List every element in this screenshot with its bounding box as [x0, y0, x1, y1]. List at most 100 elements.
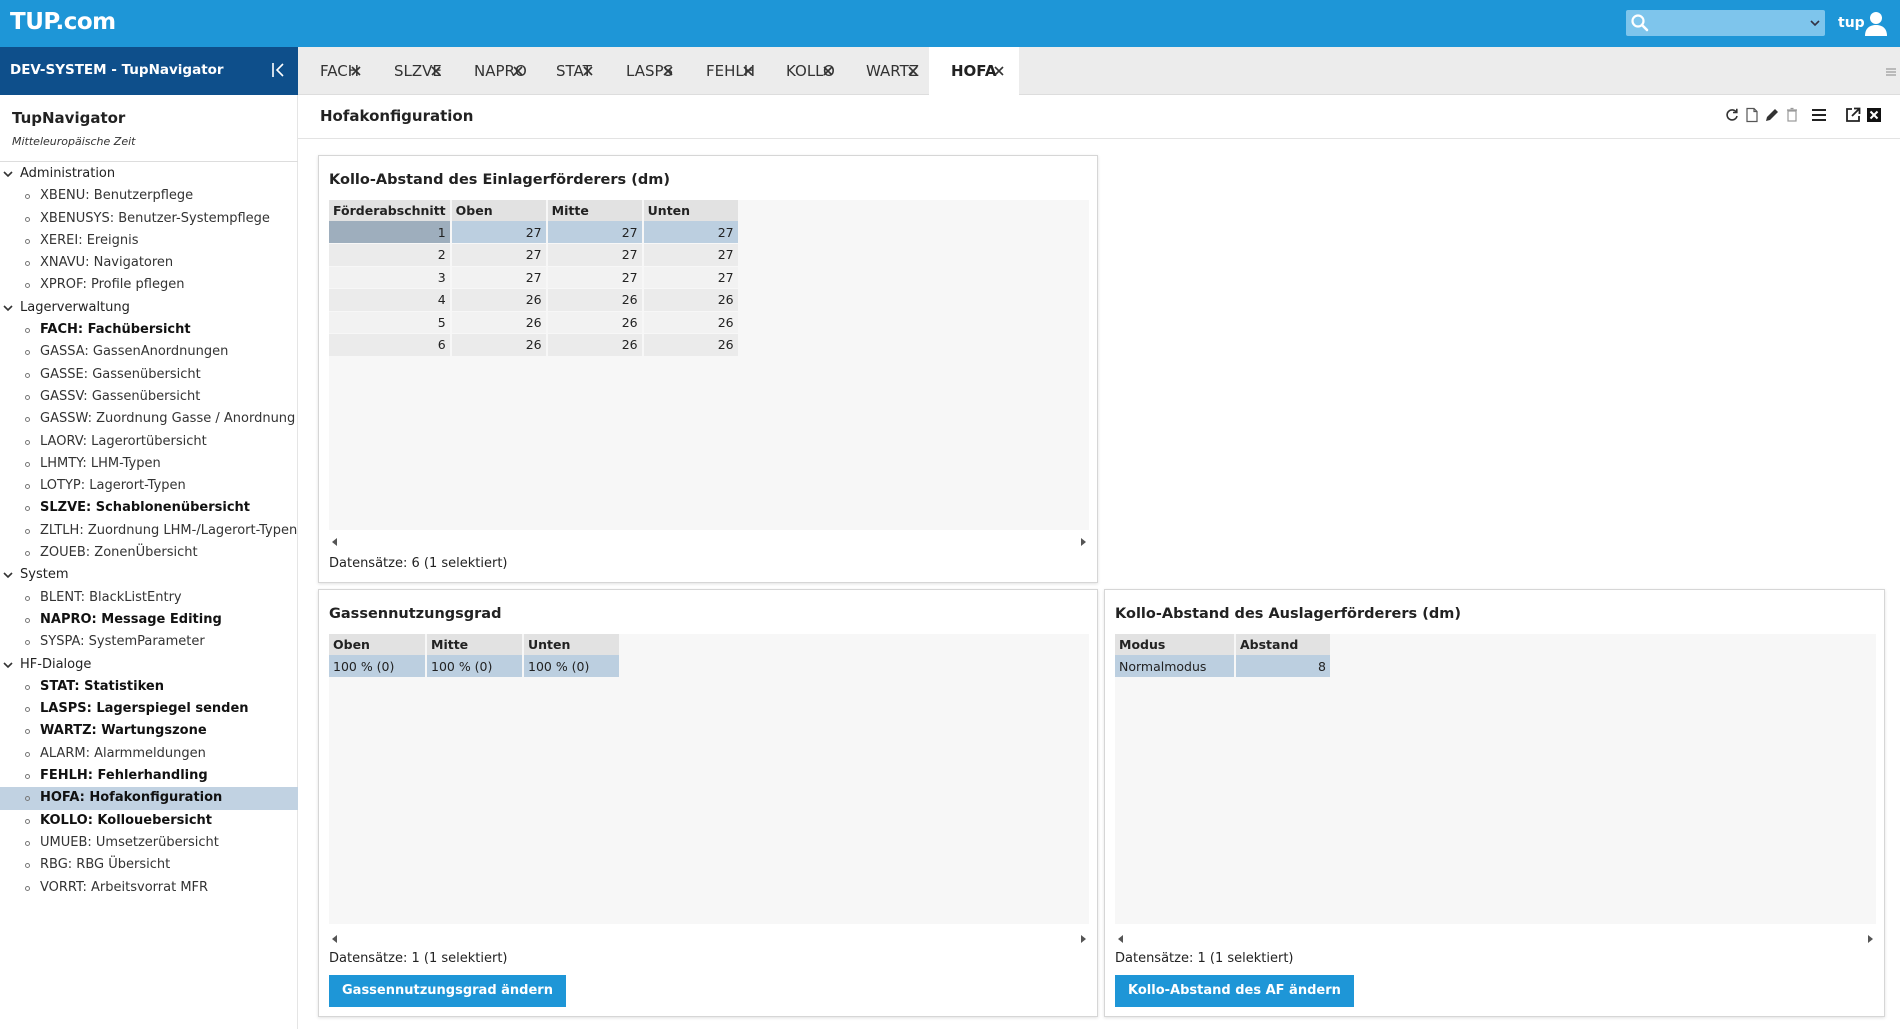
- tree-group[interactable]: HF-Dialoge: [0, 654, 298, 676]
- chevron-down-icon[interactable]: [1809, 17, 1821, 29]
- scroll-right-icon[interactable]: [1866, 935, 1874, 943]
- caret-down-icon[interactable]: [3, 303, 13, 313]
- tab-menu-icon[interactable]: [1886, 67, 1896, 77]
- sidebar-item[interactable]: GASSA: GassenAnordnungen: [0, 341, 298, 363]
- close-icon[interactable]: [512, 65, 524, 77]
- sidebar-item[interactable]: NAPRO: Message Editing: [0, 609, 298, 631]
- table-row[interactable]: 100 % (0) 100 % (0) 100 % (0): [329, 655, 621, 678]
- sidebar-item[interactable]: ALARM: Alarmmeldungen: [0, 743, 298, 765]
- table-row[interactable]: 4 26 26 26: [329, 288, 740, 312]
- caret-down-icon[interactable]: [3, 660, 13, 670]
- scroll-left-icon[interactable]: [331, 935, 339, 943]
- new-document-icon[interactable]: [1744, 107, 1760, 123]
- refresh-icon[interactable]: [1724, 107, 1740, 123]
- sidebar-item[interactable]: HOFA: Hofakonfiguration: [0, 787, 298, 810]
- delete-icon[interactable]: [1784, 107, 1800, 123]
- sidebar-item[interactable]: XNAVU: Navigatoren: [0, 252, 298, 274]
- sidebar-item[interactable]: GASSE: Gassenübersicht: [0, 364, 298, 386]
- close-icon[interactable]: [662, 65, 674, 77]
- sidebar-item[interactable]: GASSW: Zuordnung Gasse / Anordnung: [0, 408, 298, 430]
- tab[interactable]: FACH: [298, 47, 372, 95]
- sidebar-item[interactable]: SYSPA: SystemParameter: [0, 631, 298, 653]
- scroll-left-icon[interactable]: [1117, 935, 1125, 943]
- tab[interactable]: WARTZ: [844, 47, 929, 95]
- open-external-icon[interactable]: [1845, 107, 1861, 123]
- sidebar-item[interactable]: XPROF: Profile pflegen: [0, 274, 298, 296]
- sidebar-item[interactable]: SLZVE: Schablonenübersicht: [0, 497, 298, 519]
- edit-icon[interactable]: [1764, 107, 1780, 123]
- tab[interactable]: NAPRO: [452, 47, 534, 95]
- column-header[interactable]: Abstand: [1235, 634, 1332, 655]
- sidebar-item[interactable]: LAORV: Lagerortübersicht: [0, 431, 298, 453]
- sidebar-item[interactable]: LASPS: Lagerspiegel senden: [0, 698, 298, 720]
- sidebar-item[interactable]: FACH: Fachübersicht: [0, 319, 298, 341]
- column-header[interactable]: Modus: [1115, 634, 1236, 655]
- sidebar-item[interactable]: BLENT: BlackListEntry: [0, 587, 298, 609]
- sidebar-item[interactable]: STAT: Statistiken: [0, 676, 298, 698]
- tree-group[interactable]: Administration: [0, 163, 298, 185]
- sidebar-item[interactable]: RBG: RBG Übersicht: [0, 854, 298, 876]
- search-input[interactable]: [1654, 13, 1804, 33]
- sidebar-item[interactable]: XBENU: Benutzerpflege: [0, 185, 298, 207]
- tab[interactable]: LASPS: [604, 47, 684, 95]
- user-name[interactable]: tup: [1838, 15, 1865, 31]
- horizontal-scrollbar[interactable]: [331, 933, 1087, 945]
- column-header[interactable]: Oben: [329, 634, 427, 655]
- sidebar-item[interactable]: KOLLO: Kollouebersicht: [0, 810, 298, 832]
- close-icon[interactable]: [907, 65, 919, 77]
- close-icon[interactable]: [430, 65, 442, 77]
- column-header[interactable]: Unten: [523, 634, 621, 655]
- tab[interactable]: HOFA: [929, 47, 1019, 95]
- caret-down-icon[interactable]: [3, 169, 13, 179]
- close-icon[interactable]: [993, 65, 1005, 77]
- table-row[interactable]: 1 27 27 27: [329, 221, 740, 244]
- tree-group[interactable]: System: [0, 564, 298, 586]
- column-header[interactable]: Mitte: [546, 200, 644, 221]
- search-icon[interactable]: [1630, 13, 1650, 33]
- change-af-distance-button[interactable]: Kollo-Abstand des AF ändern: [1115, 975, 1354, 1007]
- tab[interactable]: KOLLO: [764, 47, 844, 95]
- app-logo[interactable]: TUP.com: [10, 9, 116, 35]
- scroll-right-icon[interactable]: [1079, 538, 1087, 546]
- close-icon[interactable]: [350, 65, 362, 77]
- collapse-sidebar-icon[interactable]: [270, 61, 288, 79]
- table-row[interactable]: 3 27 27 27: [329, 266, 740, 289]
- sidebar-item[interactable]: GASSV: Gassenübersicht: [0, 386, 298, 408]
- sidebar-item[interactable]: LOTYP: Lagerort-Typen: [0, 475, 298, 497]
- table-row[interactable]: Normalmodus 8: [1115, 655, 1332, 678]
- close-icon[interactable]: [582, 65, 594, 77]
- horizontal-scrollbar[interactable]: [1117, 933, 1874, 945]
- tab[interactable]: STAT: [534, 47, 604, 95]
- tab[interactable]: SLZVE: [372, 47, 452, 95]
- horizontal-scrollbar[interactable]: [331, 536, 1087, 548]
- sidebar-item[interactable]: XEREI: Ereignis: [0, 230, 298, 252]
- scroll-left-icon[interactable]: [331, 538, 339, 546]
- column-header[interactable]: Mitte: [426, 634, 524, 655]
- sidebar-item[interactable]: FEHLH: Fehlerhandling: [0, 765, 298, 787]
- table-row[interactable]: 2 27 27 27: [329, 243, 740, 267]
- close-icon[interactable]: [742, 65, 754, 77]
- menu-icon[interactable]: [1811, 107, 1827, 123]
- table-row[interactable]: 6 26 26 26: [329, 333, 740, 357]
- sidebar-item[interactable]: VORRT: Arbeitsvorrat MFR: [0, 877, 298, 899]
- tab[interactable]: FEHLH: [684, 47, 764, 95]
- tree-group[interactable]: Lagerverwaltung: [0, 297, 298, 319]
- column-header[interactable]: Förderabschnitt: [329, 200, 452, 221]
- sidebar-item[interactable]: WARTZ: Wartungszone: [0, 720, 298, 742]
- scroll-right-icon[interactable]: [1079, 935, 1087, 943]
- close-view-icon[interactable]: [1866, 107, 1882, 123]
- sidebar-item[interactable]: UMUEB: Umsetzerübersicht: [0, 832, 298, 854]
- sidebar-item[interactable]: ZLTLH: Zuordnung LHM-/Lagerort-Typen: [0, 520, 298, 542]
- column-header[interactable]: Oben: [450, 200, 548, 221]
- sidebar-item[interactable]: LHMTY: LHM-Typen: [0, 453, 298, 475]
- caret-down-icon[interactable]: [3, 570, 13, 580]
- table-row[interactable]: 5 26 26 26: [329, 311, 740, 334]
- column-header[interactable]: Unten: [642, 200, 740, 221]
- user-icon[interactable]: [1862, 9, 1890, 37]
- sidebar-item[interactable]: XBENUSYS: Benutzer-Systempflege: [0, 208, 298, 230]
- close-icon[interactable]: [822, 65, 834, 77]
- table-cell: 8: [1235, 655, 1332, 678]
- search-box[interactable]: [1626, 10, 1825, 36]
- change-gassennutzungsgrad-button[interactable]: Gassennutzungsgrad ändern: [329, 975, 566, 1007]
- sidebar-item[interactable]: ZOUEB: ZonenÜbersicht: [0, 542, 298, 564]
